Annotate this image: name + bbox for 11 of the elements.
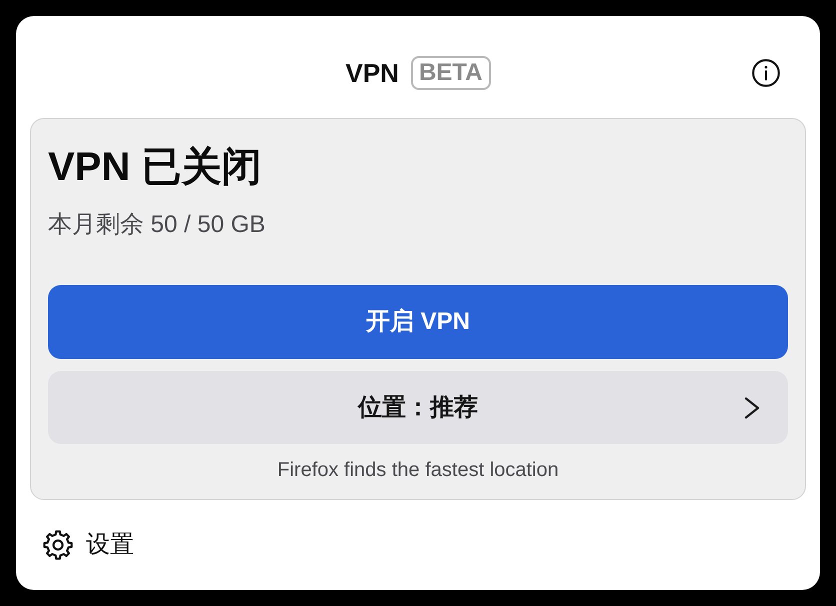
usage-text: 本月剩余 50 / 50 GB [48, 210, 266, 240]
settings-button[interactable]: 设置 [43, 530, 134, 560]
location-button[interactable]: 位置：推荐 [48, 371, 788, 444]
header-title: VPN [345, 57, 399, 90]
settings-icon [43, 530, 73, 560]
beta-badge: BETA [410, 56, 491, 90]
chevron-right-icon [744, 396, 760, 418]
location-hint: Firefox finds the fastest location [276, 458, 560, 483]
status-title: VPN 已关闭 [48, 144, 262, 191]
info-icon[interactable] [752, 59, 780, 87]
enable-vpn-button[interactable]: 开启 VPN [48, 285, 788, 359]
